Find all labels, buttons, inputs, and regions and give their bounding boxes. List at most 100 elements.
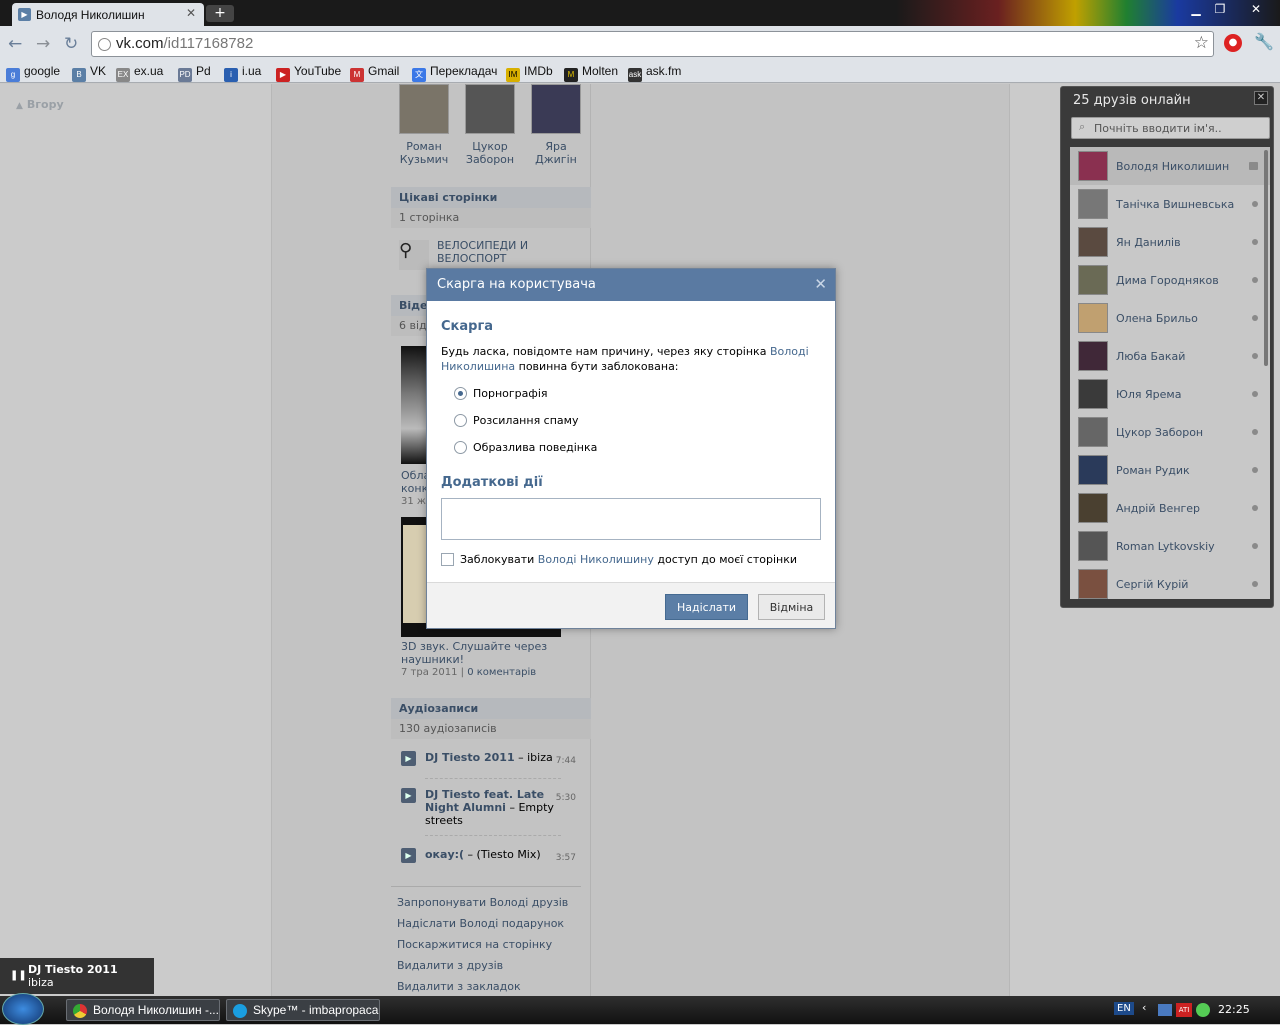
online-friend-item[interactable]: Roman Lytkovskiy <box>1070 527 1270 565</box>
new-tab-button[interactable]: + <box>206 5 234 22</box>
online-friend-item[interactable]: Танічка Вишневська <box>1070 185 1270 223</box>
video-title[interactable]: 3D звук. Слушайте через наушники! <box>401 640 551 666</box>
online-friend-item[interactable]: Юля Ярема <box>1070 375 1270 413</box>
online-friend-item[interactable]: Ян Данилів <box>1070 223 1270 261</box>
reason-radio-porn[interactable]: Порнографія <box>454 387 548 400</box>
tray-expand-icon[interactable]: ‹ <box>1142 1001 1146 1014</box>
video-title[interactable]: Обла конк <box>401 469 430 495</box>
online-friend-item[interactable]: Володя Николишин <box>1070 147 1270 185</box>
play-icon[interactable]: ▶ <box>401 751 416 766</box>
online-friend-item[interactable]: Дима Городняков <box>1070 261 1270 299</box>
address-bar[interactable]: vk.com/id117168782 ☆ <box>91 31 1214 57</box>
block-access-option[interactable]: Заблокувати Володі Николишину доступ до … <box>441 553 797 566</box>
remove-friend-link[interactable]: Видалити з друзів <box>397 959 503 972</box>
bookmark-askfm[interactable]: ask ask.fm <box>628 64 681 82</box>
online-friend-item[interactable]: Цукор Заборон <box>1070 413 1270 451</box>
friend-name[interactable]: Цукор Заборон <box>457 140 523 166</box>
friend-card[interactable]: Яра Джигін <box>523 84 589 166</box>
bookmark-youtube[interactable]: ▶ YouTube <box>276 64 341 82</box>
friend-card[interactable]: Цукор Заборон <box>457 84 523 166</box>
user-link[interactable]: Володі Николишину <box>538 553 654 566</box>
minimize-icon[interactable]: ▁ <box>1184 2 1208 16</box>
pause-icon[interactable]: ❚❚ <box>10 970 27 981</box>
security-icon[interactable] <box>1196 1003 1210 1017</box>
language-indicator[interactable]: EN <box>1114 1002 1134 1015</box>
maximize-icon[interactable]: ❐ <box>1208 2 1232 16</box>
suggest-friends-link[interactable]: Запропонувати Володі друзів <box>397 896 568 909</box>
windows-taskbar: Володя Николишин -... Skype™ - imbapropa… <box>0 993 1280 1025</box>
online-friend-item[interactable]: Сергій Курій <box>1070 565 1270 599</box>
interesting-page-link[interactable]: ВЕЛОСИПЕДИ И ВЕЛОСПОРТ <box>437 239 547 265</box>
message-icon[interactable] <box>1249 162 1258 170</box>
bookmark-molten[interactable]: M Molten <box>564 64 618 82</box>
online-friend-item[interactable]: Люба Бакай <box>1070 337 1270 375</box>
player-title: ibiza <box>28 976 54 989</box>
dialog-footer: Надіслати Відміна <box>427 582 835 628</box>
bookmark-translate[interactable]: 文 Перекладач <box>412 64 497 82</box>
play-icon[interactable]: ▶ <box>401 788 416 803</box>
tab-title: Володя Николишин <box>36 8 145 22</box>
bookmark-star-icon[interactable]: ☆ <box>1194 33 1209 53</box>
forward-icon[interactable]: → <box>36 34 50 54</box>
online-friend-item[interactable]: Олена Брильо <box>1070 299 1270 337</box>
radio-selected-icon <box>454 387 467 400</box>
friend-name[interactable]: Яра Джигін <box>523 140 589 166</box>
online-friends-panel: 25 друзів онлайн ✕ Почніть вводити ім'я.… <box>1060 86 1274 608</box>
send-gift-link[interactable]: Надіслати Володі подарунок <box>397 917 564 930</box>
network-icon[interactable] <box>1158 1004 1172 1016</box>
remove-bookmark-link[interactable]: Видалити з закладок <box>397 980 521 993</box>
track-title: DJ Tiesto 2011 – ibiza <box>425 751 553 764</box>
scroll-to-top-link[interactable]: Вгору <box>16 98 64 111</box>
ati-icon[interactable]: ATI <box>1176 1003 1192 1017</box>
reload-icon[interactable]: ↻ <box>64 34 78 54</box>
reason-radio-abuse[interactable]: Образлива поведінка <box>454 441 597 454</box>
audio-header[interactable]: Аудіозаписи <box>391 698 591 719</box>
online-list-scrollbar[interactable] <box>1264 150 1268 366</box>
friend-avatar <box>399 84 449 134</box>
clock[interactable]: 22:25 <box>1218 1003 1250 1016</box>
extension-icon[interactable]: ● <box>1224 34 1242 52</box>
back-icon[interactable]: ← <box>8 34 22 54</box>
online-friend-item[interactable]: Андрій Венгер <box>1070 489 1270 527</box>
report-page-link[interactable]: Поскаржитися на сторінку <box>397 938 552 951</box>
friend-search-input[interactable]: Почніть вводити ім'я.. <box>1071 117 1270 139</box>
friend-name[interactable]: Роман Кузьмич <box>391 140 457 166</box>
bookmark-gmail[interactable]: M Gmail <box>350 64 399 82</box>
reason-radio-spam[interactable]: Розсилання спаму <box>454 414 578 427</box>
block-checkbox[interactable] <box>441 553 454 566</box>
dialog-close-icon[interactable]: ✕ <box>814 275 827 293</box>
panel-close-icon[interactable]: ✕ <box>1254 91 1268 105</box>
video-comments-link[interactable]: 0 коментарів <box>467 667 536 678</box>
bookmark-pd[interactable]: PD Pd <box>178 64 211 82</box>
submit-button[interactable]: Надіслати <box>665 594 748 620</box>
avatar <box>1078 303 1108 333</box>
report-prompt: Будь ласка, повідомте нам причину, через… <box>441 345 809 373</box>
online-friend-item[interactable]: Роман Рудик <box>1070 451 1270 489</box>
online-dot-icon <box>1252 391 1258 397</box>
bookmark-vk[interactable]: B VK <box>72 64 106 82</box>
bookmark-google[interactable]: g google <box>6 64 60 82</box>
bookmark-iua[interactable]: i i.ua <box>224 64 261 82</box>
browser-tab[interactable]: ▶ Володя Николишин ✕ <box>12 3 204 26</box>
track-title: окау:( – (Tiesto Mix) <box>425 848 541 861</box>
cancel-button[interactable]: Відміна <box>758 594 825 620</box>
taskbar-item-chrome[interactable]: Володя Николишин -... <box>66 999 220 1021</box>
close-window-icon[interactable]: ✕ <box>1244 2 1268 16</box>
avatar <box>1078 417 1108 447</box>
wrench-menu-icon[interactable]: 🔧 <box>1254 32 1274 51</box>
close-tab-icon[interactable]: ✕ <box>186 6 196 20</box>
avatar <box>1078 265 1108 295</box>
player-artist: DJ Tiesto 2011 <box>28 963 118 976</box>
report-comment-input[interactable] <box>441 498 821 540</box>
taskbar-item-skype[interactable]: Skype™ - imbapropacan <box>226 999 380 1021</box>
online-dot-icon <box>1252 429 1258 435</box>
bookmark-exua[interactable]: EX ex.ua <box>116 64 163 82</box>
vk-favicon-icon: ▶ <box>18 8 31 21</box>
bookmark-imdb[interactable]: IM IMDb <box>506 64 553 82</box>
avatar <box>1078 531 1108 561</box>
start-button[interactable] <box>2 993 44 1025</box>
interesting-pages-header[interactable]: Цікаві сторінки <box>391 187 591 208</box>
play-icon[interactable]: ▶ <box>401 848 416 863</box>
friend-card[interactable]: Роман Кузьмич <box>391 84 457 166</box>
avatar <box>1078 493 1108 523</box>
